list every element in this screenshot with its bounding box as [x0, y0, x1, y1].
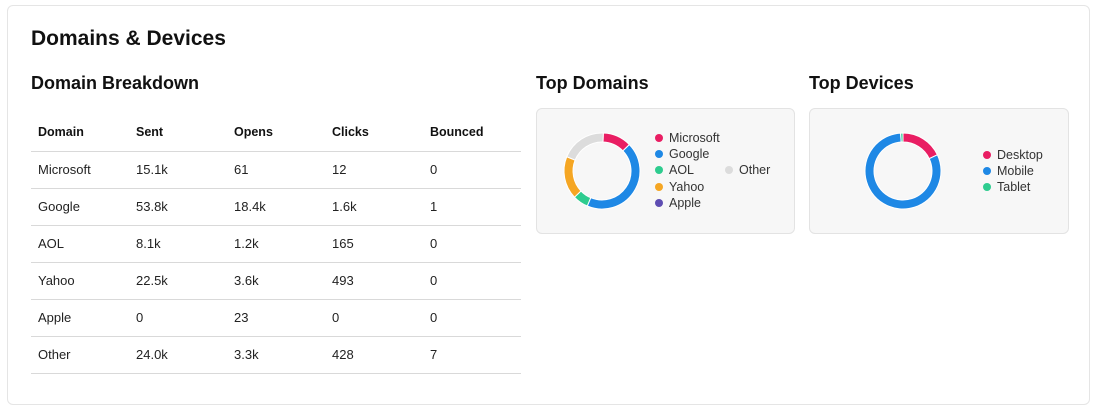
table-cell: 22.5k: [129, 262, 227, 300]
table-cell: 61: [227, 151, 325, 189]
table-cell: 493: [325, 262, 423, 300]
table-cell: 0: [325, 299, 423, 337]
donut-slice-tablet: [900, 132, 904, 143]
legend-dot: [655, 198, 663, 207]
table-header-row: Domain Sent Opens Clicks Bounced: [31, 114, 521, 152]
table-cell: AOL: [31, 225, 129, 263]
table-cell: 18.4k: [227, 188, 325, 226]
table-row: Microsoft 15.1k 61 12 0: [31, 151, 521, 189]
legend-item-desktop: Desktop: [983, 147, 1043, 163]
table-cell: 165: [325, 225, 423, 263]
table-row: Google 53.8k 18.4k 1.6k 1: [31, 188, 521, 226]
donut-slice-other: [566, 132, 604, 161]
legend-label: Apple: [669, 195, 701, 210]
legend-dot: [983, 167, 991, 176]
legend-dot: [655, 150, 663, 159]
table-cell: 15.1k: [129, 151, 227, 189]
table-cell: Microsoft: [31, 151, 129, 189]
legend-label: Yahoo: [669, 179, 705, 194]
table-cell: 7: [423, 336, 521, 374]
legend-item-microsoft: Microsoft: [655, 130, 720, 146]
table-cell: 3.3k: [227, 336, 325, 374]
table-cell: 1.2k: [227, 225, 325, 263]
top-devices-legend: Desktop Mobile Tablet: [983, 147, 1043, 196]
legend-label: Tablet: [997, 180, 1031, 195]
legend-label: Other: [739, 163, 771, 178]
table-cell: 3.6k: [227, 262, 325, 300]
legend-item-yahoo: Yahoo: [655, 179, 720, 195]
table-row: Other 24.0k 3.3k 428 7: [31, 336, 521, 374]
top-devices-title: Top Devices: [809, 73, 914, 93]
column-header: Opens: [227, 114, 325, 152]
table-cell: Other: [31, 336, 129, 374]
table-cell: 24.0k: [129, 336, 227, 374]
table-cell: 12: [325, 151, 423, 189]
legend-label: AOL: [669, 163, 695, 178]
top-domains-legend-secondary: Other: [725, 162, 770, 178]
top-domains-donut-chart: [563, 132, 641, 210]
table-row: Apple 0 23 0 0: [31, 299, 521, 337]
table-cell: Apple: [31, 299, 129, 337]
legend-label: Desktop: [997, 148, 1043, 163]
top-domains-panel: Microsoft Google AOL Yahoo Apple Other: [536, 108, 795, 234]
legend-item-other: Other: [725, 162, 770, 178]
table-cell: 8.1k: [129, 225, 227, 263]
donut-slice-google: [586, 143, 641, 210]
legend-label: Microsoft: [669, 131, 720, 146]
table-cell: 23: [227, 299, 325, 337]
donut-slice-desktop: [902, 132, 939, 160]
legend-dot: [655, 134, 663, 143]
legend-item-mobile: Mobile: [983, 163, 1043, 179]
table-cell: Yahoo: [31, 262, 129, 300]
column-header: Bounced: [423, 114, 521, 152]
table-cell: Google: [31, 188, 129, 226]
table-cell: 428: [325, 336, 423, 374]
domain-breakdown-table: Domain Sent Opens Clicks Bounced Microso…: [31, 114, 521, 374]
legend-dot: [983, 151, 991, 160]
legend-item-aol: AOL: [655, 162, 720, 178]
column-header: Domain: [31, 114, 129, 152]
table-row: AOL 8.1k 1.2k 165 0: [31, 225, 521, 263]
table-cell: 0: [423, 225, 521, 263]
table-row: Yahoo 22.5k 3.6k 493 0: [31, 262, 521, 300]
top-devices-donut-chart: [864, 132, 942, 210]
legend-label: Mobile: [997, 164, 1034, 179]
top-domains-title: Top Domains: [536, 73, 649, 93]
legend-dot: [655, 182, 663, 191]
legend-item-apple: Apple: [655, 195, 720, 211]
column-header: Sent: [129, 114, 227, 152]
table-cell: 1: [423, 188, 521, 226]
table-cell: 0: [129, 299, 227, 337]
legend-dot: [655, 166, 663, 175]
domain-breakdown-title: Domain Breakdown: [31, 73, 200, 93]
legend-dot: [725, 166, 733, 175]
table-cell: 0: [423, 262, 521, 300]
card-title: Domains & Devices: [31, 27, 226, 50]
top-devices-panel: Desktop Mobile Tablet: [809, 108, 1069, 234]
column-header: Clicks: [325, 114, 423, 152]
legend-label: Google: [669, 147, 710, 162]
table-cell: 0: [423, 299, 521, 337]
table-cell: 0: [423, 151, 521, 189]
table-cell: 1.6k: [325, 188, 423, 226]
table-cell: 53.8k: [129, 188, 227, 226]
domains-devices-card: Domains & Devices Domain Breakdown Top D…: [7, 5, 1090, 405]
legend-item-google: Google: [655, 146, 720, 162]
legend-item-tablet: Tablet: [983, 179, 1043, 195]
top-domains-legend: Microsoft Google AOL Yahoo Apple: [655, 130, 720, 211]
legend-dot: [983, 183, 991, 192]
donut-slice-yahoo: [563, 156, 582, 198]
